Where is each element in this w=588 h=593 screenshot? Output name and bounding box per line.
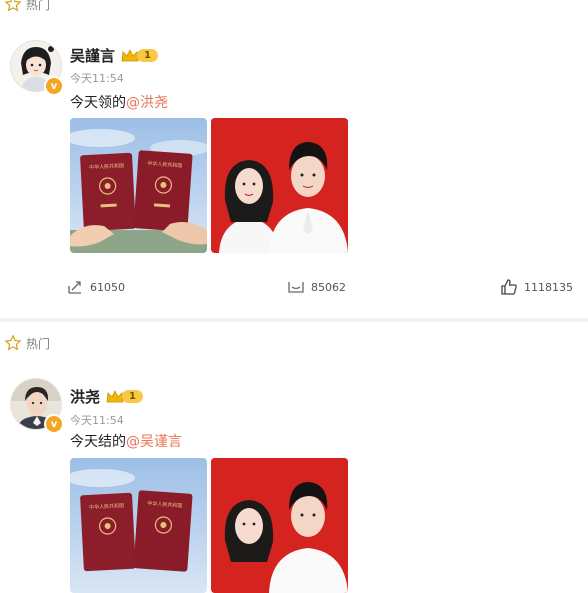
couple-red-photo[interactable] bbox=[211, 458, 348, 593]
author-row: 吴謹言 1 bbox=[70, 45, 158, 66]
author-name[interactable]: 吴謹言 bbox=[70, 45, 115, 66]
like-count: 1118135 bbox=[524, 280, 573, 294]
vip-badge[interactable]: 1 bbox=[106, 389, 143, 405]
vip-level: 1 bbox=[137, 49, 158, 62]
mention-link[interactable]: @吴谨言 bbox=[126, 434, 182, 450]
comment-icon bbox=[288, 282, 304, 293]
couple-illustration bbox=[211, 458, 348, 593]
hot-tag-label: 热门 bbox=[26, 336, 51, 351]
post-text-body: 今天结的 bbox=[70, 434, 126, 450]
author-name[interactable]: 洪尧 bbox=[70, 386, 100, 407]
post-text-body: 今天领的 bbox=[70, 95, 126, 111]
repost-count: 61050 bbox=[90, 280, 125, 294]
couple-illustration bbox=[211, 118, 348, 253]
passports-illustration: 中华人民共和国 中华人民共和国 bbox=[70, 129, 207, 253]
hot-tag: 热门 bbox=[4, 333, 50, 353]
mention-link[interactable]: @洪尧 bbox=[126, 95, 168, 111]
post-time[interactable]: 今天11:54 bbox=[70, 412, 124, 428]
passports-illustration: 中华人民共和国 中华人民共和国 bbox=[70, 469, 193, 572]
comment-count: 85062 bbox=[311, 280, 346, 294]
passports-photo[interactable]: 中华人民共和国 中华人民共和国 bbox=[70, 118, 207, 253]
verified-badge: v bbox=[44, 414, 64, 434]
couple-red-photo[interactable] bbox=[211, 118, 348, 253]
thumbs-up-icon bbox=[501, 279, 517, 295]
post-time[interactable]: 今天11:54 bbox=[70, 70, 124, 86]
weibo-post: 热门 v 洪尧 1 今天11:54 今天结的@吴谨言 中华人民共和国 中华人民共… bbox=[0, 320, 588, 593]
vip-level: 1 bbox=[122, 390, 143, 403]
passports-photo[interactable]: 中华人民共和国 中华人民共和国 bbox=[70, 458, 207, 593]
post-text: 今天结的@吴谨言 bbox=[70, 431, 182, 451]
author-row: 洪尧 1 bbox=[70, 386, 143, 407]
repost-icon bbox=[68, 281, 81, 294]
repost-button[interactable]: 61050 bbox=[66, 278, 125, 296]
action-bar: 61050 85062 1118135 bbox=[0, 278, 588, 302]
vip-badge[interactable]: 1 bbox=[121, 48, 158, 64]
star-icon bbox=[4, 334, 22, 351]
post-text: 今天领的@洪尧 bbox=[70, 92, 168, 112]
like-button[interactable]: 1118135 bbox=[500, 278, 573, 296]
weibo-post: v 吴謹言 1 今天11:54 今天领的@洪尧 中华人民共和国 中华人民共和国 bbox=[0, 0, 588, 320]
comment-button[interactable]: 85062 bbox=[287, 278, 346, 296]
verified-badge: v bbox=[44, 76, 64, 96]
